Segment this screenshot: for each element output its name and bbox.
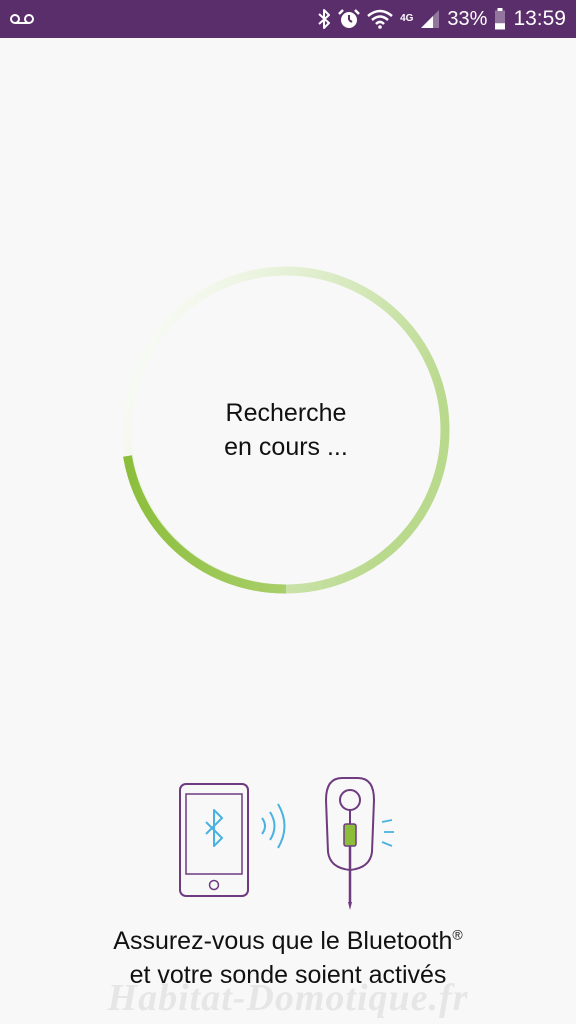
watermark: Habitat-Domotique.fr <box>107 977 469 1019</box>
status-bar: 4G 33% 13:59 <box>0 0 576 38</box>
phone-bluetooth-icon <box>179 783 249 897</box>
search-line-2: en cours ... <box>224 433 348 461</box>
signal-waves-icon <box>261 803 286 849</box>
thermometer-probe-icon <box>324 777 394 910</box>
signal-icon <box>420 9 440 29</box>
voicemail-icon <box>10 12 34 26</box>
battery-icon <box>494 8 506 30</box>
registered-mark: ® <box>452 926 463 943</box>
alarm-icon <box>338 8 360 30</box>
pairing-illustration <box>170 770 410 920</box>
instruction-line-1: Assurez-vous que le Bluetooth <box>113 927 453 955</box>
search-progress-ring: Recherche en cours ... <box>120 264 452 596</box>
search-line-1: Recherche <box>225 399 347 427</box>
bluetooth-icon <box>317 9 331 29</box>
battery-percent: 33% <box>447 7 488 30</box>
network-4g-icon: 4G <box>400 13 414 24</box>
battery-fill <box>495 23 506 30</box>
clock: 13:59 <box>513 7 566 30</box>
wifi-icon <box>367 9 393 29</box>
search-status-text: Recherche en cours ... <box>120 264 452 596</box>
